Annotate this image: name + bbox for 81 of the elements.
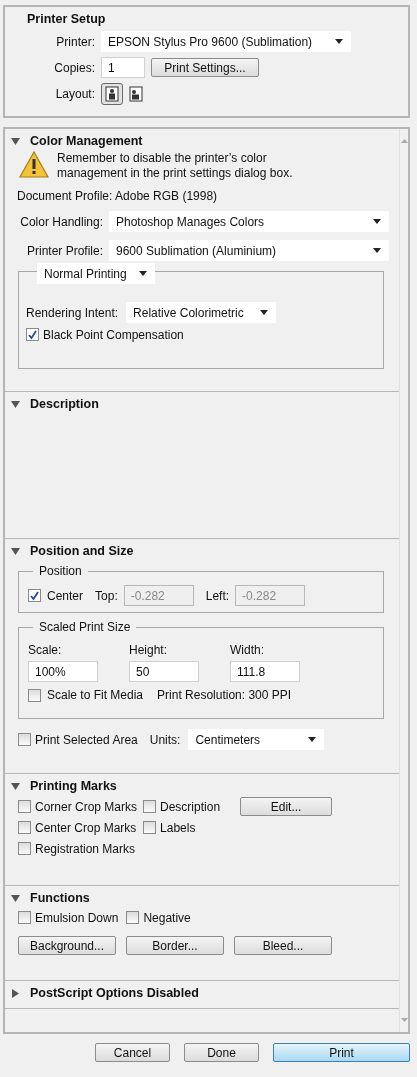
function-button[interactable]: Bleed... [234, 936, 332, 955]
default-button[interactable]: Print [273, 1043, 410, 1062]
checkbox-label: Description [160, 799, 221, 814]
checkbox[interactable] [143, 821, 157, 834]
size-field[interactable]: 111.8 [230, 661, 300, 682]
section-title: Printer Setup [27, 12, 107, 26]
caret-icon [373, 219, 381, 224]
collapse-triangle-icon[interactable] [11, 546, 20, 556]
checkbox-label: Labels [160, 820, 196, 835]
collapse-triangle-icon[interactable] [11, 399, 20, 409]
caret-icon [335, 39, 343, 44]
field-label: Layout: [54, 87, 95, 101]
checkbox[interactable] [18, 911, 31, 924]
checkbox-label: Negative [143, 910, 191, 925]
section-title: Printing Marks [30, 779, 117, 793]
section-title: Description [30, 397, 99, 411]
size-field[interactable]: 100% [28, 661, 98, 682]
field-label: Width: [230, 643, 265, 657]
group-title: Position [33, 564, 88, 578]
field-label: Top: [95, 588, 118, 603]
print-resolution-text: Print Resolution: 300 PPI [157, 688, 292, 702]
portrait-layout-button[interactable] [101, 83, 123, 105]
checkbox-label: Black Point Compensation [43, 327, 184, 342]
checkbox[interactable] [143, 800, 157, 813]
caret-icon [139, 271, 147, 276]
scroll-up-icon[interactable] [400, 139, 408, 143]
field-label: Units: [149, 732, 181, 747]
field-label: Printer: [55, 34, 95, 49]
section-title: Position and Size [30, 544, 134, 558]
field-label: Printer Profile: [25, 243, 103, 258]
checkbox-label: Registration Marks [35, 841, 136, 856]
units-dropdown[interactable]: Centimeters [188, 729, 325, 750]
collapse-triangle-icon[interactable] [11, 781, 20, 791]
edit-button[interactable]: Edit... [240, 797, 333, 816]
dialog-button[interactable]: Cancel [95, 1043, 170, 1062]
printer-dropdown[interactable]: EPSON Stylus Pro 9600 (Sublimation) [101, 31, 351, 52]
checkbox-label: Scale to Fit Media [47, 688, 144, 702]
checkbox-label: Center Crop Marks [35, 820, 137, 835]
section-title: PostScript Options Disabled [30, 986, 199, 1000]
caret-icon [308, 737, 317, 742]
field-label: Color Handling: [19, 214, 103, 229]
field-label: Scale: [28, 643, 63, 657]
checkbox[interactable] [18, 800, 31, 813]
scrollbar[interactable] [399, 129, 408, 1032]
function-button[interactable]: Background... [18, 936, 116, 955]
rendering-intent-dropdown[interactable]: Relative Colorimetric [126, 302, 277, 323]
color-handling-dropdown[interactable]: Photoshop Manages Colors [109, 211, 389, 232]
dialog-button[interactable]: Done [184, 1043, 259, 1062]
checkbox-label: Center [47, 588, 84, 603]
collapse-triangle-icon[interactable] [11, 136, 20, 146]
field-label: Copies: [53, 60, 95, 75]
expand-triangle-icon[interactable] [11, 988, 20, 998]
printer-profile-dropdown[interactable]: 9600 Sublimation (Aluminium) [109, 240, 389, 261]
copies-field[interactable]: 1 [101, 57, 145, 78]
checkbox-label: Print Selected Area [35, 732, 138, 747]
checkbox[interactable] [18, 842, 31, 855]
checkbox[interactable] [18, 733, 31, 746]
warning-icon [19, 151, 49, 178]
scroll-down-icon[interactable] [400, 1018, 408, 1022]
checkbox[interactable] [18, 821, 31, 834]
field-label: Left: [205, 588, 230, 603]
group-title: Scaled Print Size [33, 620, 137, 634]
field-label: Height: [129, 643, 169, 657]
warning-message: Remember to disable the printer’s color management in the print settings dialog box. [57, 151, 294, 181]
section-title: Functions [30, 891, 90, 905]
caret-icon [260, 310, 269, 315]
section-title: Color Management [30, 134, 143, 148]
caret-icon [373, 248, 381, 253]
document-profile-text: Document Profile: Adobe RGB (1998) [16, 189, 219, 203]
checkbox[interactable] [28, 688, 41, 702]
print-settings-button[interactable]: Print Settings... [151, 58, 259, 77]
size-field[interactable]: 50 [129, 661, 199, 682]
checkbox-label: Emulsion Down [35, 910, 119, 925]
checkbox[interactable] [26, 328, 39, 341]
function-button[interactable]: Border... [126, 936, 224, 955]
checkbox[interactable] [28, 589, 41, 602]
checkbox-label: Corner Crop Marks [35, 799, 138, 814]
field-label: Rendering Intent: [26, 305, 119, 320]
collapse-triangle-icon[interactable] [11, 893, 20, 903]
checkbox[interactable] [126, 911, 140, 924]
printing-mode-dropdown[interactable]: Normal Printing [37, 263, 155, 284]
